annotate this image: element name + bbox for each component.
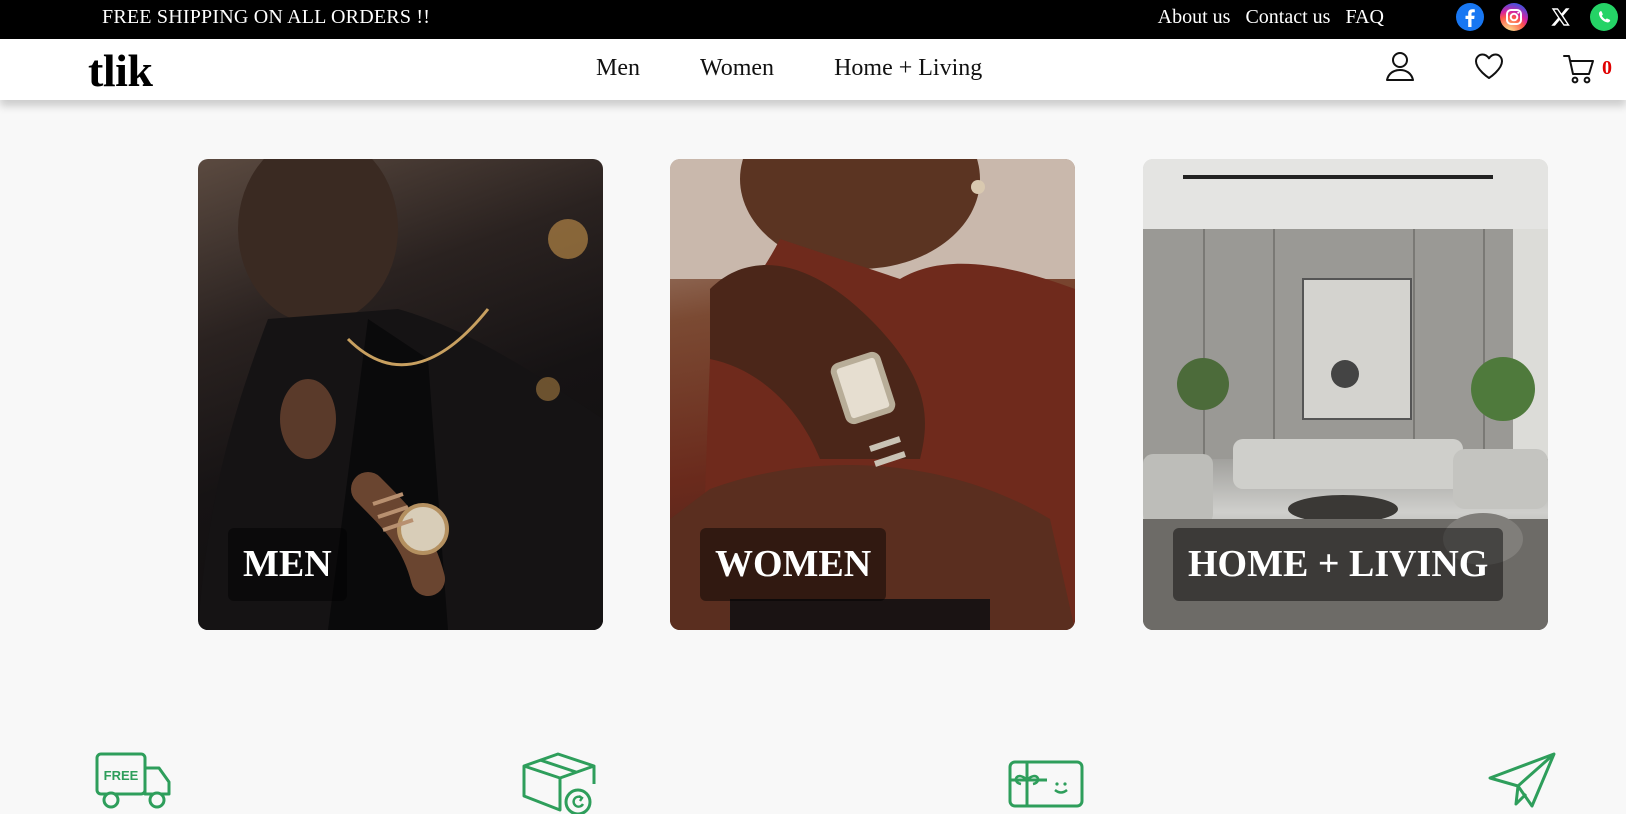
nav-men[interactable]: Men xyxy=(596,55,640,82)
site-logo[interactable]: tlik xyxy=(88,44,153,97)
category-card-home-living[interactable]: HOME + LIVING xyxy=(1143,159,1548,630)
free-shipping-truck-icon: FREE xyxy=(95,750,175,814)
main-nav: Men Women Home + Living xyxy=(596,55,982,82)
site-header: tlik Men Women Home + Living 0 xyxy=(0,39,1626,100)
return-box-icon xyxy=(520,750,600,814)
category-label-home-living: HOME + LIVING xyxy=(1173,528,1504,601)
cart-count-badge: 0 xyxy=(1602,57,1612,79)
paper-plane-icon xyxy=(1488,750,1558,814)
facebook-icon[interactable] xyxy=(1456,3,1484,31)
contact-us-link[interactable]: Contact us xyxy=(1245,6,1330,29)
free-shipping-promo: FREE SHIPPING ON ALL ORDERS !! xyxy=(102,6,431,28)
nav-women[interactable]: Women xyxy=(700,55,774,82)
truck-badge-text: FREE xyxy=(104,768,139,783)
user-icon[interactable] xyxy=(1383,49,1417,83)
whatsapp-icon[interactable] xyxy=(1590,3,1618,31)
top-links: About us Contact us FAQ xyxy=(1158,6,1384,29)
faq-link[interactable]: FAQ xyxy=(1345,6,1384,29)
about-us-link[interactable]: About us xyxy=(1158,6,1231,29)
heart-icon[interactable] xyxy=(1473,51,1507,85)
category-card-women[interactable]: WOMEN xyxy=(670,159,1075,630)
nav-home-living[interactable]: Home + Living xyxy=(834,55,982,82)
cart-icon[interactable] xyxy=(1562,53,1596,87)
gift-card-icon xyxy=(1007,750,1087,814)
category-label-women: WOMEN xyxy=(700,528,887,601)
instagram-icon[interactable] xyxy=(1500,3,1528,31)
x-twitter-icon[interactable] xyxy=(1546,3,1574,31)
category-card-men[interactable]: MEN xyxy=(198,159,603,630)
announcement-bar: FREE SHIPPING ON ALL ORDERS !! About us … xyxy=(0,0,1626,39)
category-label-men: MEN xyxy=(228,528,347,601)
